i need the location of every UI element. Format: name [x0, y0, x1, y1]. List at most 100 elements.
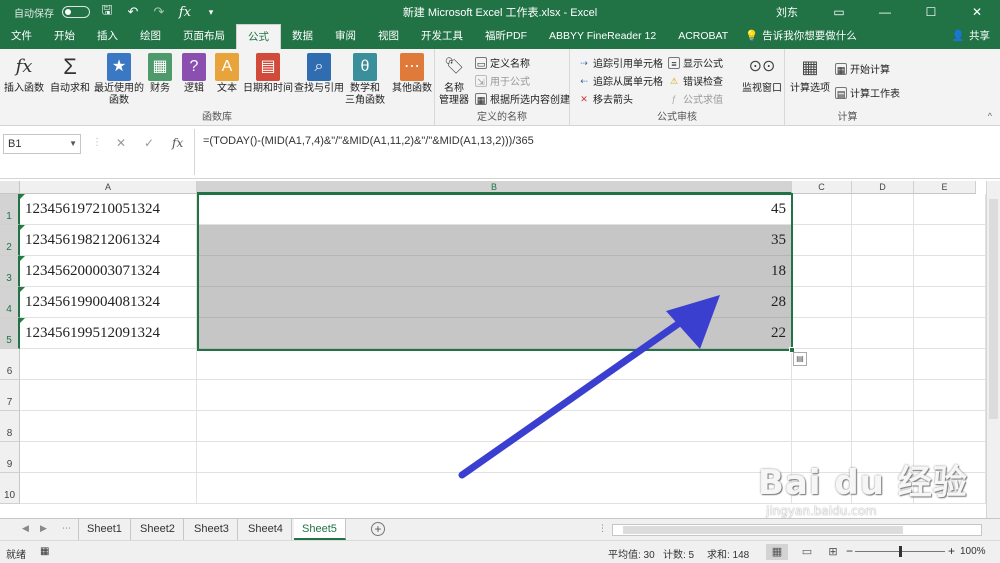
page-break-view-icon[interactable]: ⊞ — [822, 544, 844, 560]
share-button[interactable]: 👤 共享 — [952, 24, 1000, 49]
tab-data[interactable]: 数据 — [281, 24, 324, 49]
tab-acrobat[interactable]: ACROBAT — [667, 24, 739, 49]
remove-arrows-button[interactable]: ✕ 移去箭头 — [578, 91, 633, 107]
tab-draw[interactable]: 绘图 — [129, 24, 172, 49]
insert-function-label: 插入函数 — [4, 83, 44, 94]
text-book-icon: A — [215, 53, 239, 81]
logical-button[interactable]: ? 逻辑 — [182, 53, 206, 95]
prev-sheet-icon[interactable]: ◀ — [22, 523, 29, 534]
calculation-options-button[interactable]: ▦ 计算选项 — [790, 53, 830, 95]
trace-dependents-icon: ⇠ — [580, 75, 588, 86]
status-sum: 求和: 148 — [707, 550, 750, 561]
date-time-button[interactable]: ▤ 日期和时间 — [243, 53, 293, 95]
calculation-options-label: 计算选项 — [790, 83, 830, 94]
sheet-tab-sheet2[interactable]: Sheet2 — [132, 519, 184, 540]
watch-window-button[interactable]: ⊙⊙ 监视窗口 — [742, 53, 782, 95]
zoom-out-icon[interactable]: − — [846, 544, 853, 558]
name-manager-button[interactable]: 🏷 名称 管理器 — [439, 53, 469, 107]
sheet-tab-sheet1[interactable]: Sheet1 — [78, 519, 131, 540]
minimize-button[interactable]: — — [862, 0, 908, 24]
normal-view-icon[interactable]: ▦ — [766, 544, 788, 560]
collapse-ribbon-icon[interactable]: ^ — [988, 111, 992, 121]
remove-arrows-icon: ✕ — [580, 93, 588, 104]
redo-icon[interactable]: ↷ — [150, 4, 168, 20]
name-box[interactable]: B1 ▼ — [3, 134, 81, 154]
status-mode: 就绪 — [6, 550, 26, 561]
group-defined-names: 🏷 名称 管理器 ▭ 定义名称 ⇲ 用于公式 ▦ 根据所选内容创建 定义的名称 — [435, 49, 570, 126]
sheet-tab-sheet4[interactable]: Sheet4 — [240, 519, 292, 540]
add-sheet-button[interactable]: + — [371, 522, 385, 536]
calculate-sheet-button[interactable]: ▤ 计算工作表 — [835, 85, 900, 100]
insert-function-icon[interactable]: fx — [176, 5, 194, 20]
cancel-icon[interactable]: ✕ — [116, 136, 126, 150]
more-sheets-icon[interactable]: ⋯ — [62, 523, 71, 534]
sheet-bar-grip[interactable]: ⋮ — [598, 523, 607, 534]
tab-formulas[interactable]: 公式 — [236, 24, 281, 49]
sheet-tab-sheet5[interactable]: Sheet5 — [294, 519, 346, 540]
use-in-formula-button[interactable]: ⇲ 用于公式 — [475, 73, 530, 88]
tab-home[interactable]: 开始 — [43, 24, 86, 49]
user-name[interactable]: 刘东 — [776, 4, 798, 20]
zoom-level[interactable]: 100% — [960, 546, 986, 557]
arrow-shaft — [458, 313, 692, 479]
close-button[interactable]: ✕ — [954, 0, 1000, 24]
lookup-book-icon: ⌕ — [307, 53, 331, 81]
show-formulas-button[interactable]: ≡ 显示公式 — [668, 55, 723, 70]
more-functions-button[interactable]: ⋯ 其他函数 — [392, 53, 432, 95]
calculate-now-button[interactable]: ▦ 开始计算 — [835, 61, 890, 76]
save-icon[interactable]: 🖫 — [98, 1, 116, 23]
evaluate-formula-button[interactable]: ƒ 公式求值 — [668, 91, 723, 107]
person-icon: 👤 — [951, 30, 965, 42]
maximize-button[interactable]: ☐ — [908, 0, 954, 24]
tab-abbyy[interactable]: ABBYY FineReader 12 — [538, 24, 667, 49]
formula-input[interactable]: =(TODAY()-(MID(A1,7,4)&"/"&MID(A1,11,2)&… — [194, 129, 992, 175]
define-name-button[interactable]: ▭ 定义名称 — [475, 55, 530, 70]
enter-icon[interactable]: ✓ — [144, 136, 154, 150]
vertical-scroll-thumb[interactable] — [989, 199, 998, 419]
trace-precedents-button[interactable]: ⇢ 追踪引用单元格 — [578, 55, 663, 71]
sheet-tab-sheet3[interactable]: Sheet3 — [186, 519, 238, 540]
autosum-label: 自动求和 — [50, 83, 90, 94]
financial-label: 财务 — [150, 83, 170, 94]
insert-function-icon[interactable]: fx — [172, 136, 183, 150]
tab-review[interactable]: 审阅 — [324, 24, 367, 49]
financial-button[interactable]: ▦ 财务 — [148, 53, 172, 95]
status-bar: 就绪 ▦ 平均值: 30 计数: 5 求和: 148 ▦ ▭ ⊞ − + 100… — [0, 540, 1000, 563]
ribbon-display-icon[interactable]: ▭ — [816, 0, 862, 24]
create-from-selection-button[interactable]: ▦ 根据所选内容创建 — [475, 91, 570, 106]
zoom-slider-thumb[interactable] — [899, 546, 902, 557]
trace-dependents-button[interactable]: ⇠ 追踪从属单元格 — [578, 73, 663, 89]
autosum-button[interactable]: Σ 自动求和 — [50, 53, 90, 95]
tab-foxit-pdf[interactable]: 福昕PDF — [474, 24, 538, 49]
customize-qat-icon[interactable]: ▾ — [202, 7, 220, 18]
tell-me-box[interactable]: 💡 告诉我你想要做什么 — [739, 24, 863, 49]
tab-developer[interactable]: 开发工具 — [410, 24, 474, 49]
function-library-label: 函数库 — [202, 112, 232, 123]
tab-view[interactable]: 视图 — [367, 24, 410, 49]
tab-insert[interactable]: 插入 — [86, 24, 129, 49]
vertical-scrollbar[interactable] — [986, 181, 1000, 518]
next-sheet-icon[interactable]: ▶ — [40, 523, 47, 534]
horizontal-scrollbar[interactable] — [612, 524, 982, 536]
autosave-label: 自动保存 — [14, 8, 54, 20]
macro-record-icon[interactable]: ▦ — [40, 546, 49, 557]
math-trig-button[interactable]: θ 数学和 三角函数 — [345, 53, 385, 107]
calculate-now-icon: ▦ — [835, 62, 847, 75]
page-layout-view-icon[interactable]: ▭ — [796, 544, 818, 560]
text-label: 文本 — [217, 83, 237, 94]
use-in-formula-label: 用于公式 — [490, 77, 530, 88]
text-button[interactable]: A 文本 — [215, 53, 239, 95]
tab-file[interactable]: 文件 — [0, 24, 43, 49]
zoom-in-icon[interactable]: + — [948, 544, 955, 558]
recent-functions-button[interactable]: ★ 最近使用的 函数 — [94, 53, 144, 107]
undo-icon[interactable]: ↶ — [124, 4, 142, 20]
create-from-selection-label: 根据所选内容创建 — [490, 95, 570, 106]
autosave-toggle[interactable] — [62, 6, 90, 18]
lookup-reference-button[interactable]: ⌕ 查找与引用 — [294, 53, 344, 95]
insert-function-button[interactable]: fx 插入函数 — [4, 53, 44, 95]
chevron-down-icon[interactable]: ▼ — [69, 135, 77, 153]
error-checking-button[interactable]: ⚠ 错误检查 — [668, 73, 723, 89]
horizontal-scroll-thumb[interactable] — [623, 526, 903, 534]
tab-page-layout[interactable]: 页面布局 — [172, 24, 236, 49]
formula-bar-grip[interactable]: ⋮ — [92, 137, 102, 148]
